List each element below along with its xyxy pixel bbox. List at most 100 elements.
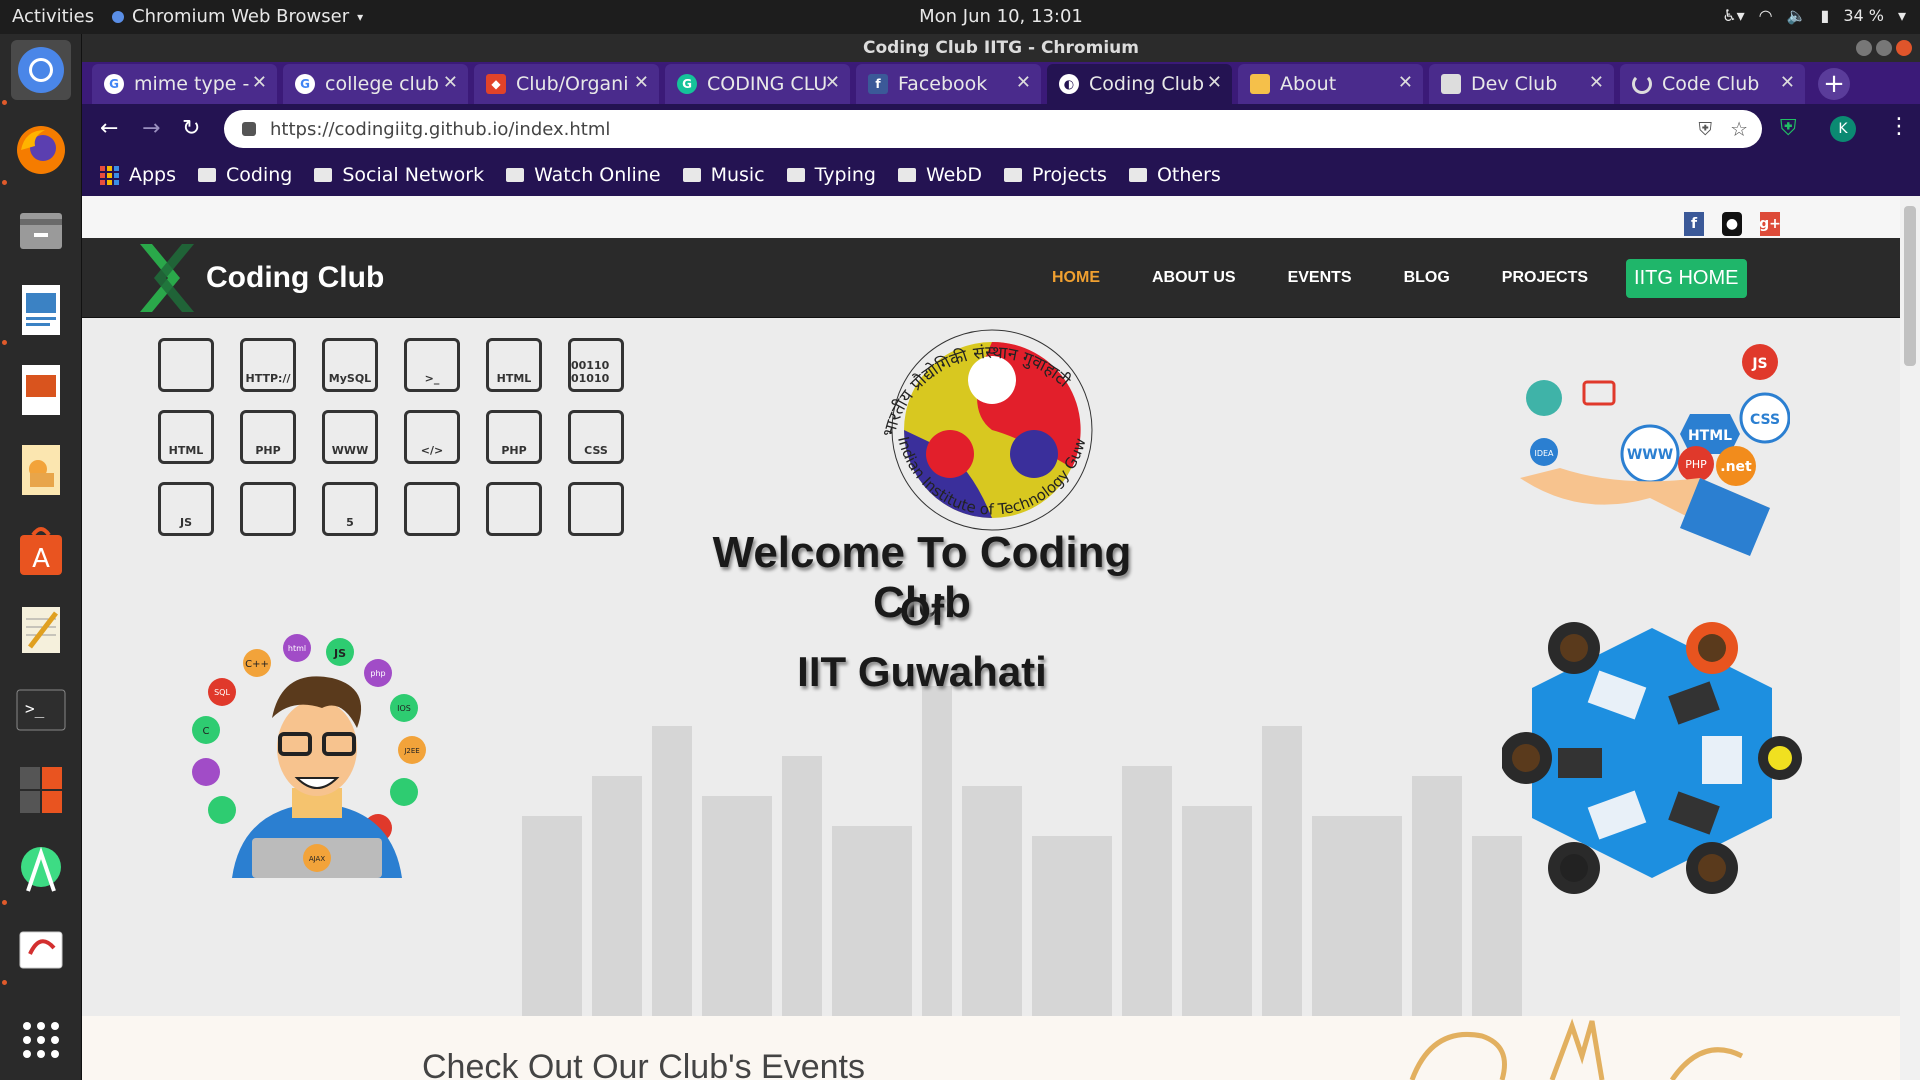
nav-home[interactable]: HOME [1052,269,1100,287]
bookmark-folder[interactable]: Coding [198,164,292,186]
social-links: f ● g+ [1684,212,1781,236]
web-development-illustration: JS CSS HTML WWW PHP .net IDEA [1520,344,1790,556]
accessibility-icon[interactable]: ♿▾ [1722,6,1744,25]
maximize-icon[interactable] [1876,40,1892,56]
bookmark-folder[interactable]: WebD [897,164,982,186]
net-bubble-label: .net [1720,459,1752,475]
github-icon[interactable]: ● [1722,212,1742,236]
menu-kebab-icon[interactable]: ⋮ [1888,114,1910,139]
show-applications-icon[interactable] [11,1010,71,1070]
writer-launcher-icon[interactable] [11,280,71,340]
decorative-hands-illustration [1409,1018,1744,1080]
site-logo[interactable]: Coding Club [138,242,384,314]
bookmark-apps[interactable]: Apps [100,164,176,186]
css-file-icon: CSS [568,410,624,464]
tab-close-icon[interactable]: ✕ [1398,72,1413,93]
bookmark-label: Projects [1032,164,1107,186]
lock-icon[interactable] [242,122,256,136]
google-plus-icon[interactable]: g+ [1759,212,1781,236]
page-scrollbar[interactable] [1900,196,1920,1080]
back-arrow-icon[interactable]: ← [100,116,118,141]
tab-close-icon[interactable]: ✕ [443,72,458,93]
tab[interactable]: ◆ Club/Organi ✕ [474,64,659,104]
chevron-down-icon[interactable]: ▾ [1898,6,1906,25]
tech-icon-grid: HTTP:// MySQL >_ HTML 00110 01010 HTML P… [158,338,628,536]
nav-about-us[interactable]: ABOUT US [1152,269,1236,287]
iitg-home-button[interactable]: IITG HOME [1626,258,1747,298]
tab-close-icon[interactable]: ✕ [634,72,649,93]
database-icon [240,482,296,536]
files-launcher-icon[interactable] [11,200,71,260]
svg-text:>_: >_ [25,699,45,718]
android-studio-launcher-icon[interactable] [11,840,71,900]
tab-active[interactable]: ◐ Coding Club ✕ [1047,64,1232,104]
close-icon[interactable] [1896,40,1912,56]
nav-projects[interactable]: PROJECTS [1502,269,1588,287]
tab[interactable]: f Facebook ✕ [856,64,1041,104]
wifi-icon[interactable]: ◠ [1759,6,1773,25]
tab[interactable]: G mime type - ✕ [92,64,277,104]
star-icon[interactable]: ☆ [1730,117,1748,141]
reload-icon[interactable]: ↻ [182,116,200,141]
terminal-launcher-icon[interactable]: >_ [11,680,71,740]
scrollbar-thumb[interactable] [1904,206,1916,366]
clock[interactable]: Mon Jun 10, 13:01 [0,6,1920,27]
bookmark-folder[interactable]: Projects [1004,164,1107,186]
html-window-icon: HTML [158,410,214,464]
battery-icon[interactable]: ▮ [1821,6,1830,25]
tab-close-icon[interactable]: ✕ [1780,72,1795,93]
tab-close-icon[interactable]: ✕ [1016,72,1031,93]
js-bubble-label: JS [1751,356,1767,372]
minimize-icon[interactable] [1856,40,1872,56]
nav-blog[interactable]: BLOG [1404,269,1450,287]
tab[interactable]: G CODING CLU ✕ [665,64,850,104]
facebook-icon[interactable]: f [1684,212,1704,236]
developer-illustration: C++ html JS php SQL IOS C J2EE AJAX [192,634,426,878]
new-tab-button[interactable]: + [1818,68,1850,100]
bookmark-folder[interactable]: Others [1128,164,1221,186]
system-top-bar: Activities Chromium Web Browser ▾ Mon Ju… [0,0,1920,34]
address-bar[interactable]: https://codingiitg.github.io/index.html … [224,110,1762,148]
tab-close-icon[interactable]: ✕ [825,72,840,93]
calculator-launcher-icon[interactable] [11,760,71,820]
page-icon: ◐ [1059,74,1079,94]
nav-events[interactable]: EVENTS [1288,269,1352,287]
shield-icon[interactable]: ⛨ [1699,119,1713,140]
system-tray[interactable]: ♿▾ ◠ 🔈 ▮ 34 % ▾ [1722,6,1906,25]
running-indicator [2,100,7,105]
tab-close-icon[interactable]: ✕ [1589,72,1604,93]
iitg-emblem-logo: भारतीय प्रौद्योगिकी संस्थान गुवाहाटी Ind… [872,318,1093,531]
bookmark-folder[interactable]: Music [682,164,765,186]
bookmarks-bar: Apps Coding Social Network Watch Online … [82,154,1920,196]
tab[interactable]: Dev Club ✕ [1429,64,1614,104]
idea-bubble-label: IDEA [1534,449,1554,458]
code-brackets-icon: </> [404,410,460,464]
folder-icon [1128,168,1147,182]
tab[interactable]: About ✕ [1238,64,1423,104]
site-navbar: Coding Club HOME ABOUT US EVENTS BLOG PR… [82,238,1900,318]
www-file-icon: WWW [322,410,378,464]
extension-shield-icon[interactable]: ⛨ [1780,116,1797,141]
software-center-launcher-icon[interactable]: A [11,520,71,580]
bookmark-folder[interactable]: Watch Online [506,164,661,186]
forward-arrow-icon[interactable]: → [142,116,160,141]
google-icon: G [104,74,124,94]
profile-avatar[interactable]: K [1830,116,1856,142]
volume-icon[interactable]: 🔈 [1787,6,1807,25]
impress-launcher-icon[interactable] [11,360,71,420]
tab-close-icon[interactable]: ✕ [1207,72,1222,93]
tab-close-icon[interactable]: ✕ [252,72,267,93]
bookmark-folder[interactable]: Social Network [314,164,484,186]
battery-percent: 34 % [1843,6,1884,25]
url-text[interactable]: https://codingiitg.github.io/index.html [270,119,610,140]
spreadsheet-launcher-icon[interactable] [11,920,71,980]
html5-shield-icon: 5 [322,482,378,536]
firefox-launcher-icon[interactable] [11,120,71,180]
tab[interactable]: Code Club ✕ [1620,64,1805,104]
bookmark-folder[interactable]: Typing [786,164,876,186]
tab[interactable]: G college club ✕ [283,64,468,104]
text-editor-launcher-icon[interactable] [11,600,71,660]
chromium-launcher-icon[interactable] [11,40,71,100]
image-viewer-launcher-icon[interactable] [11,440,71,500]
bookmark-label: Apps [129,164,177,186]
